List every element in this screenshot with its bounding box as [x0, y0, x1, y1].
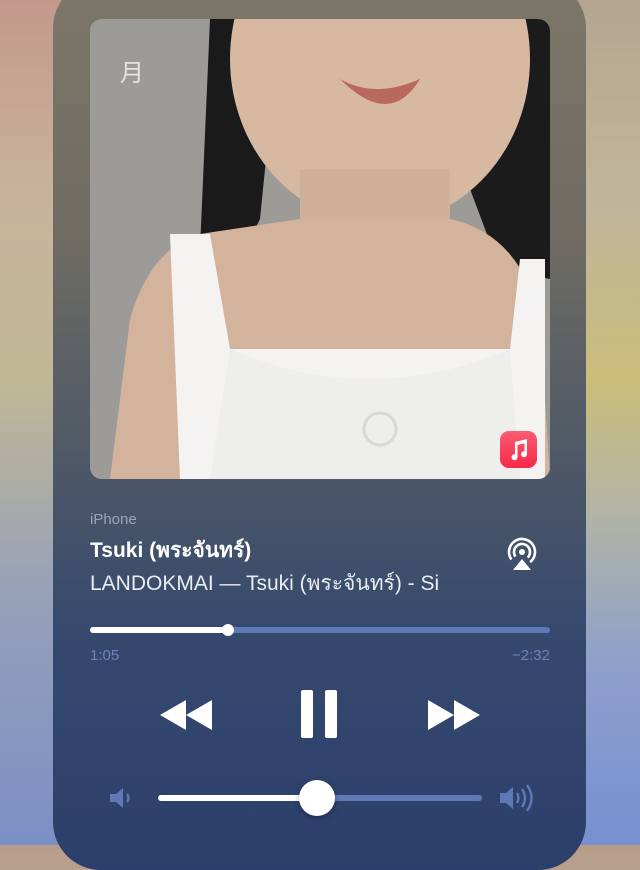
playback-progress-bar[interactable] [90, 624, 550, 636]
progress-fill [90, 627, 228, 633]
rewind-icon [160, 700, 212, 730]
album-artwork [90, 19, 550, 479]
apple-music-icon[interactable] [500, 431, 537, 468]
progress-knob[interactable] [222, 624, 234, 636]
artwork-logo: 月 [120, 59, 144, 87]
track-title: Tsuki (พระจันทร์) [90, 539, 252, 562]
remaining-time: −2:32 [512, 647, 550, 664]
rewind-button[interactable] [156, 694, 216, 736]
volume-fill [158, 795, 317, 801]
fast-forward-icon [428, 700, 480, 730]
artwork-image [90, 19, 550, 479]
volume-knob[interactable] [298, 780, 335, 816]
speaker-high-icon [498, 783, 538, 813]
volume-slider[interactable] [158, 780, 482, 816]
output-device-label: iPhone [90, 511, 137, 528]
pause-button[interactable] [294, 686, 344, 742]
elapsed-time: 1:05 [90, 647, 120, 664]
track-subtitle: LANDOKMAI — Tsuki (พระจันทร์) - Si [90, 572, 440, 595]
pause-icon [301, 690, 337, 738]
speaker-low-icon [108, 785, 138, 811]
track-subtitle-container: LANDOKMAI — Tsuki (พระจันทร์) - Si [90, 567, 494, 600]
airplay-icon[interactable] [505, 537, 539, 571]
fast-forward-button[interactable] [424, 694, 484, 736]
